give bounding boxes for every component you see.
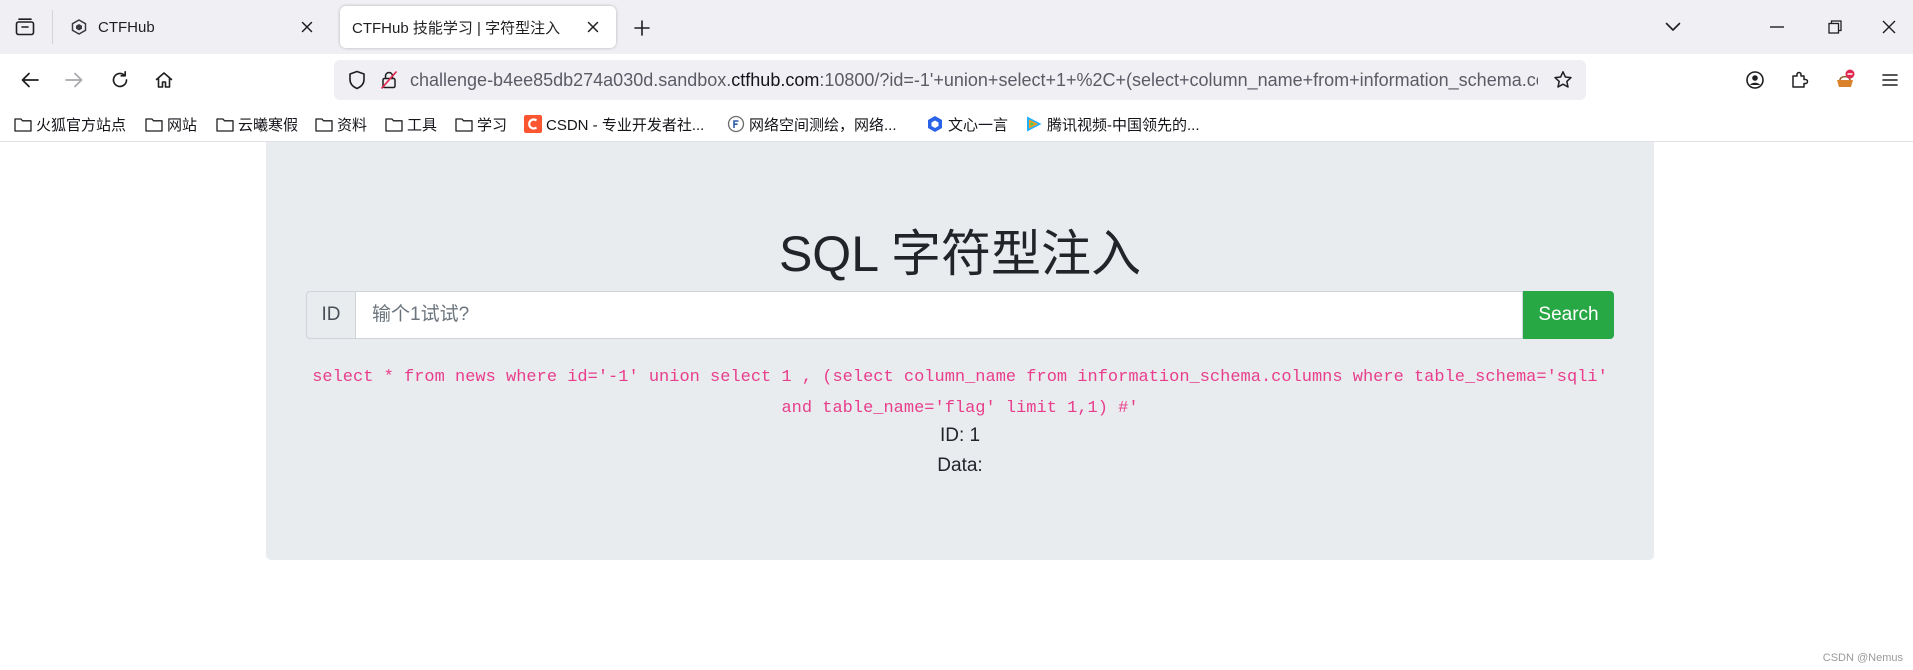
csdn-icon <box>524 115 542 133</box>
tab-overview-icon <box>15 18 35 36</box>
id-search-form: ID Search <box>306 291 1614 339</box>
result-data-text: Data: <box>937 455 983 476</box>
app-menu-button[interactable] <box>1872 62 1908 98</box>
bookmark-folder-study[interactable]: 学习 <box>455 112 507 136</box>
address-bar[interactable]: challenge-b4ee85db274a030d.sandbox.ctfhu… <box>334 60 1586 100</box>
bookmark-label: CSDN - 专业开发者社... <box>546 116 705 134</box>
bookmark-folder-resources[interactable]: 资料 <box>315 112 367 136</box>
bookmark-csdn[interactable]: CSDN - 专业开发者社... <box>524 112 704 136</box>
plus-icon <box>634 20 650 36</box>
bookmark-wenxin[interactable]: 文心一言 <box>926 112 1008 136</box>
navigation-toolbar: challenge-b4ee85db274a030d.sandbox.ctfhu… <box>0 54 1913 106</box>
folder-icon <box>14 115 32 133</box>
wenxin-icon <box>926 115 944 133</box>
tab-close-icon[interactable] <box>582 16 604 38</box>
sql-query-text: select * from news where id='-1' union s… <box>312 368 1608 418</box>
bookmark-fofa[interactable]: 网络空间测绘，网络... <box>727 112 897 136</box>
account-icon <box>1746 71 1764 89</box>
restore-button[interactable] <box>1818 12 1852 42</box>
list-all-tabs-button[interactable] <box>8 12 42 42</box>
tab-ctfhub-sql-injection[interactable]: CTFHub 技能学习 | 字符型注入 <box>340 6 616 48</box>
folder-icon <box>145 115 163 133</box>
result-id-text: ID: 1 <box>939 425 981 446</box>
bookmark-label: 资料 <box>337 116 368 134</box>
bookmark-tencent-video[interactable]: 腾讯视频-中国领先的... <box>1025 112 1200 136</box>
back-button[interactable] <box>12 62 48 98</box>
tracking-protection-shield-icon[interactable] <box>342 65 372 95</box>
bookmark-label: 网站 <box>167 116 198 134</box>
close-window-button[interactable] <box>1872 12 1906 42</box>
new-tab-button[interactable] <box>628 14 656 42</box>
puzzle-piece-icon <box>1792 71 1809 88</box>
tencent-video-icon <box>1025 115 1043 133</box>
tab-title: CTFHub 技能学习 | 字符型注入 <box>352 19 561 37</box>
bookmark-label: 火狐官方站点 <box>36 116 127 134</box>
hamburger-menu-icon <box>1882 74 1898 86</box>
folder-icon <box>315 115 333 133</box>
tab-close-icon[interactable] <box>296 16 318 38</box>
bookmark-folder-tools[interactable]: 工具 <box>385 112 437 136</box>
url-domain: ctfhub.com <box>731 70 820 90</box>
bookmark-folder-firefox[interactable]: 火狐官方站点 <box>14 112 126 136</box>
account-button[interactable] <box>1737 62 1773 98</box>
url-prefix: challenge-b4ee85db274a030d.sandbox. <box>410 70 732 90</box>
forward-button[interactable] <box>56 62 92 98</box>
tab-list-dropdown-button[interactable] <box>1656 12 1690 42</box>
bookmark-star-icon[interactable] <box>1548 65 1578 95</box>
restore-icon <box>1828 20 1842 34</box>
close-icon <box>1882 20 1896 34</box>
url-suffix: :10800/?id=-1'+union+select+1+%2C+(selec… <box>819 70 1538 90</box>
ctfhub-favicon-icon <box>70 18 88 36</box>
extensions-button[interactable] <box>1782 62 1818 98</box>
bookmark-label: 学习 <box>477 116 508 134</box>
reload-icon <box>112 70 128 88</box>
chevron-down-icon <box>1665 22 1681 31</box>
folder-icon <box>216 115 234 133</box>
search-button[interactable]: Search <box>1523 291 1614 339</box>
tab-title: CTFHub <box>98 18 155 36</box>
folder-icon <box>455 115 473 133</box>
id-input-prepend-label: ID <box>306 291 356 339</box>
bookmarks-toolbar: 火狐官方站点 网站 云曦寒假 资料 工具 学习 CSDN - 专业开发者社...… <box>0 106 1913 142</box>
minimize-button[interactable] <box>1760 12 1794 42</box>
arrow-left-icon <box>21 72 39 88</box>
bookmark-folder-yunxi[interactable]: 云曦寒假 <box>216 112 298 136</box>
tab-ctfhub[interactable]: CTFHub <box>58 6 330 48</box>
page-title: SQL 字符型注入 <box>778 226 1142 282</box>
bookmark-label: 云曦寒假 <box>238 116 299 134</box>
home-icon <box>155 72 173 88</box>
bookmark-folder-sites[interactable]: 网站 <box>145 112 197 136</box>
bookmark-label: 文心一言 <box>948 116 1009 134</box>
home-button[interactable] <box>146 62 182 98</box>
arrow-right-icon <box>65 72 83 88</box>
fofa-icon <box>727 115 745 133</box>
tab-separator <box>52 10 53 44</box>
folder-icon <box>385 115 403 133</box>
extension-basket-icon <box>1837 69 1855 87</box>
url-text[interactable]: challenge-b4ee85db274a030d.sandbox.ctfhu… <box>410 60 1538 100</box>
jumbotron-panel: SQL 字符型注入 ID Search select * from news w… <box>266 142 1654 560</box>
minimize-icon <box>1770 26 1784 28</box>
bookmark-label: 网络空间测绘，网络... <box>749 116 897 134</box>
bookmark-label: 工具 <box>407 116 438 134</box>
tab-strip: CTFHub CTFHub 技能学习 | 字符型注入 <box>0 0 1913 54</box>
bookmark-label: 腾讯视频-中国领先的... <box>1047 116 1200 134</box>
insecure-lock-icon[interactable] <box>374 65 404 95</box>
watermark-text: CSDN @Nemus <box>1822 652 1903 664</box>
extension-toolbar-button[interactable] <box>1827 62 1863 98</box>
id-search-input[interactable] <box>356 291 1523 339</box>
reload-button[interactable] <box>102 62 138 98</box>
